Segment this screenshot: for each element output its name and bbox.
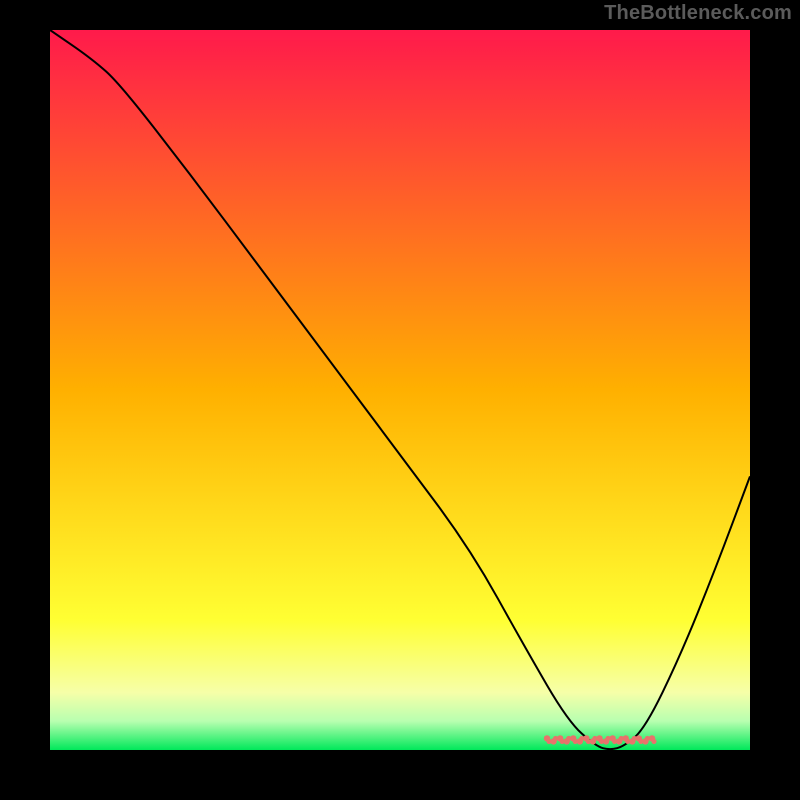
plot-area xyxy=(50,30,750,750)
bottleneck-chart xyxy=(50,30,750,750)
watermark-attribution: TheBottleneck.com xyxy=(604,2,792,25)
chart-stage: TheBottleneck.com xyxy=(0,0,800,800)
gradient-background xyxy=(50,30,750,750)
flat-region-markers xyxy=(544,735,657,744)
